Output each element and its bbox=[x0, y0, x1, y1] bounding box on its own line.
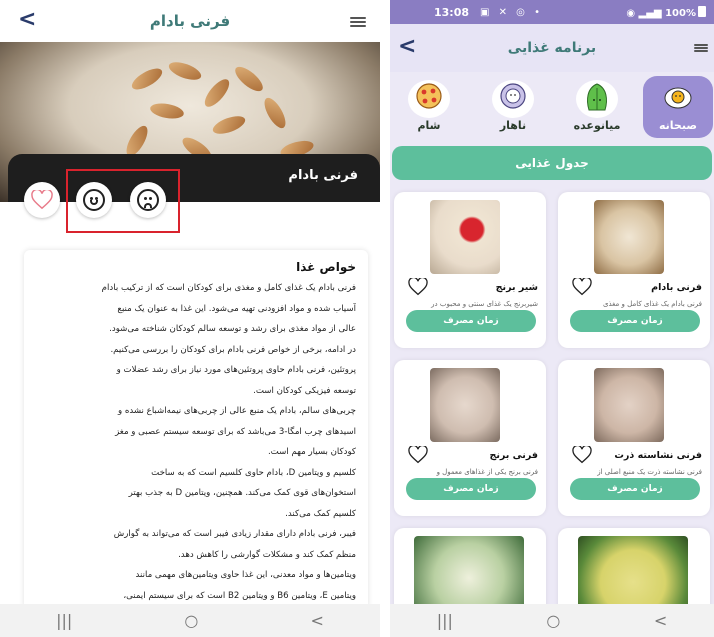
favorite-button[interactable] bbox=[24, 182, 60, 218]
highlight-rectangle bbox=[66, 169, 180, 233]
home-button[interactable]: ○ bbox=[546, 611, 560, 630]
properties-line: ویتامین E، ویتامین B6 و ویتامین B2 است ک… bbox=[123, 590, 356, 601]
page-title: برنامه غذایی bbox=[507, 40, 597, 56]
food-image bbox=[594, 200, 664, 274]
food-card-cornstarch-porridge[interactable]: فرنی نشاسته ذرت فرنی نشاسته ذرت یک منبع … bbox=[558, 360, 710, 516]
food-image bbox=[594, 368, 664, 442]
food-description: فرنی بادام یک غذای کامل و مغذی bbox=[603, 300, 702, 308]
battery-level: 100% bbox=[665, 7, 696, 19]
tab-lunch[interactable]: ناهار bbox=[478, 76, 548, 138]
consumption-time-button[interactable]: زمان مصرف bbox=[406, 478, 536, 500]
system-nav-bar: ||| ○ < bbox=[390, 604, 714, 637]
properties-line: در ادامه، برخی از خواص فرنی بادام برای ک… bbox=[110, 344, 356, 355]
properties-line: پروتئین، فرنی بادام حاوی پروتئین‌های مور… bbox=[116, 365, 356, 375]
food-name: فرنی نشاسته ذرت bbox=[614, 450, 702, 461]
tab-label: صبحانه bbox=[659, 119, 697, 132]
properties-line: چربی‌های سالم، بادام یک منبع عالی از چرب… bbox=[118, 406, 356, 416]
tab-label: ناهار bbox=[499, 119, 527, 132]
food-description: شیربرنج یک غذای سنتی و محبوب در bbox=[431, 300, 538, 308]
properties-line: ویتامین‌ها و مواد معدنی، این غذا حاوی وی… bbox=[135, 570, 356, 580]
battery-indicator: ◉ ▂▄▆ 100% bbox=[626, 5, 706, 19]
food-table-button[interactable]: جدول غذایی bbox=[392, 146, 712, 180]
consumption-time-button[interactable]: زمان مصرف bbox=[570, 310, 700, 332]
page-title: فرنی بادام bbox=[149, 12, 231, 30]
heart-icon[interactable] bbox=[572, 446, 592, 464]
properties-line: فرنی بادام یک غذای کامل و مغذی برای کودک… bbox=[101, 283, 356, 293]
food-name: فرنی برنج bbox=[489, 450, 538, 461]
heart-icon[interactable] bbox=[408, 278, 428, 296]
wifi-signal-icon: ◉ ▂▄▆ bbox=[626, 7, 666, 19]
food-image bbox=[430, 368, 500, 442]
tab-label: میانوعده bbox=[573, 119, 621, 132]
food-name: شیر برنج bbox=[495, 282, 538, 293]
properties-line: فیبر، فرنی بادام دارای مقدار زیادی فیبر … bbox=[113, 529, 356, 539]
meal-plan-header: < برنامه غذایی bbox=[390, 24, 714, 72]
menu-icon[interactable] bbox=[694, 44, 708, 52]
chevron-left-icon[interactable]: < bbox=[18, 9, 36, 31]
properties-line: کلسیم کمک می‌کند. bbox=[285, 508, 356, 519]
plate-icon bbox=[500, 83, 526, 109]
menu-icon[interactable] bbox=[350, 17, 366, 27]
meal-plan-screen: 13:08 ▣ ✕ ◎ • ◉ ▂▄▆ 100% < برنامه غذایی … bbox=[390, 0, 714, 637]
chevron-left-icon[interactable]: < bbox=[398, 36, 416, 58]
food-card-almond-porridge[interactable]: فرنی بادام فرنی بادام یک غذای کامل و مغذ… bbox=[558, 192, 710, 348]
status-time: 13:08 bbox=[434, 5, 470, 19]
battery-icon bbox=[698, 5, 706, 17]
food-card-rice-porridge[interactable]: فرنی برنج فرنی برنج یکی از غذاهای معمول … bbox=[394, 360, 546, 516]
properties-line: منظم کمک کند و مشکلات گوارشی را کاهش دهد… bbox=[178, 549, 356, 560]
food-detail-screen: < فرنی بادام فرنی بادام خواص غذا فرنی با… bbox=[0, 0, 380, 637]
food-description: فرنی برنج یکی از غذاهای معمول و bbox=[436, 468, 538, 476]
heart-icon[interactable] bbox=[408, 446, 428, 464]
properties-line: کودکان بسیار مهم است. bbox=[267, 447, 356, 457]
fried-egg-icon bbox=[664, 87, 692, 109]
back-button[interactable]: < bbox=[310, 611, 323, 630]
meal-plan-body: صبحانه میانوعده ناهار شام جدول غذایی فرن… bbox=[390, 72, 714, 628]
properties-line: استخوان‌های قوی کمک می‌کند. همچنین، ویتا… bbox=[128, 488, 356, 498]
system-nav-bar: ||| ○ < bbox=[0, 604, 380, 637]
properties-line: اسیدهای چرب امگا-3 می‌باشد که برای توسعه… bbox=[115, 426, 356, 437]
recent-apps-button[interactable]: ||| bbox=[56, 611, 72, 630]
properties-line: توسعه فیزیکی کودکان است. bbox=[253, 385, 356, 396]
food-image bbox=[430, 200, 500, 274]
lettuce-icon bbox=[587, 83, 607, 111]
heart-icon bbox=[31, 190, 53, 210]
recent-apps-button[interactable]: ||| bbox=[437, 611, 453, 630]
meal-tabs: صبحانه میانوعده ناهار شام bbox=[390, 76, 714, 140]
action-row bbox=[0, 182, 380, 222]
food-name: فرنی بادام bbox=[651, 282, 702, 293]
back-button[interactable]: < bbox=[654, 611, 667, 630]
photo-caption: فرنی بادام bbox=[288, 168, 358, 183]
heart-icon[interactable] bbox=[572, 278, 592, 296]
tab-breakfast[interactable]: صبحانه bbox=[643, 76, 713, 138]
consumption-time-button[interactable]: زمان مصرف bbox=[406, 310, 536, 332]
food-description: فرنی نشاسته ذرت یک منبع اصلی از bbox=[597, 468, 702, 476]
tab-dinner[interactable]: شام bbox=[394, 76, 464, 138]
tab-label: شام bbox=[417, 119, 441, 132]
consumption-time-button[interactable]: زمان مصرف bbox=[570, 478, 700, 500]
detail-header: < فرنی بادام bbox=[0, 0, 380, 42]
properties-line: کلسیم و ویتامین D، بادام حاوی کلسیم است … bbox=[151, 467, 356, 478]
pizza-icon bbox=[416, 83, 442, 109]
food-card-rice-pudding[interactable]: شیر برنج شیربرنج یک غذای سنتی و محبوب در… bbox=[394, 192, 546, 348]
notification-icons: ▣ ✕ ◎ • bbox=[480, 6, 543, 18]
food-properties-card: خواص غذا فرنی بادام یک غذای کامل و مغذی … bbox=[24, 250, 368, 610]
properties-title: خواص غذا bbox=[296, 260, 356, 274]
properties-line: آسیاب شده و مواد افزودنی تهیه می‌شود. ای… bbox=[117, 303, 356, 314]
home-button[interactable]: ○ bbox=[184, 611, 198, 630]
tab-snack[interactable]: میانوعده bbox=[562, 76, 632, 138]
properties-line: عالی از مواد مغذی برای رشد و توسعه سالم … bbox=[109, 324, 356, 334]
status-bar: 13:08 ▣ ✕ ◎ • ◉ ▂▄▆ 100% bbox=[390, 0, 714, 24]
